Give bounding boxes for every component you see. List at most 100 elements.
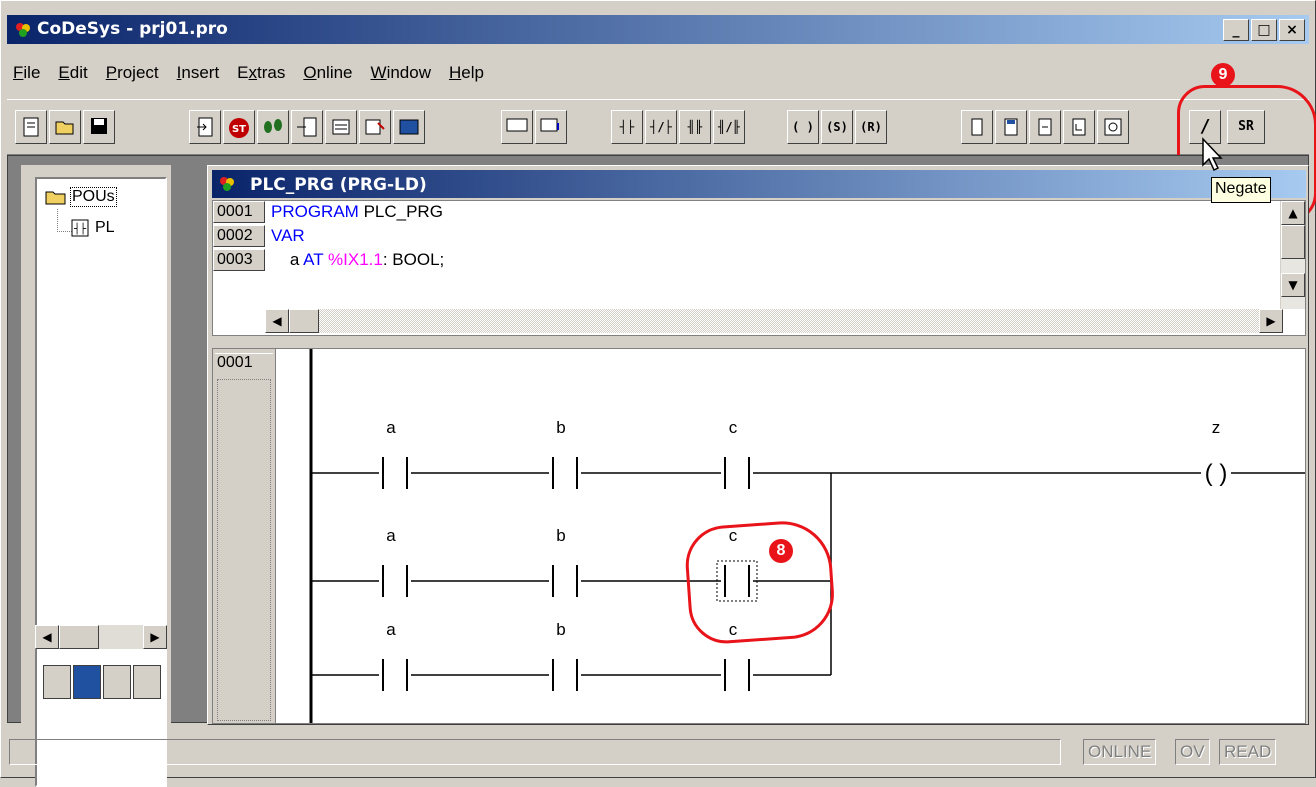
tab-resources[interactable] bbox=[133, 665, 161, 699]
editor-title-bar: PLC_PRG (PRG-LD) bbox=[212, 170, 1306, 198]
contact-variable-label: b bbox=[556, 526, 565, 545]
tab-pous[interactable] bbox=[43, 665, 71, 699]
insert-network-after-button[interactable] bbox=[501, 110, 533, 144]
save-button[interactable] bbox=[83, 110, 115, 144]
return-button[interactable] bbox=[1063, 110, 1095, 144]
folder-icon bbox=[45, 191, 66, 205]
single-cycle-button[interactable] bbox=[325, 110, 357, 144]
network-selection-frame bbox=[217, 379, 271, 721]
tree-item-plc-prg-label: PL bbox=[95, 219, 115, 236]
network-arrow-icon bbox=[540, 118, 559, 132]
force-values-button[interactable] bbox=[393, 110, 425, 144]
new-file-icon bbox=[23, 117, 39, 137]
codesys-doc-icon bbox=[220, 177, 234, 191]
comment-button[interactable] bbox=[1097, 110, 1129, 144]
line-number: 0003 bbox=[213, 249, 265, 271]
scroll-right-button[interactable]: ▶ bbox=[1259, 309, 1283, 333]
tree-item-pous[interactable]: POUs bbox=[45, 187, 117, 207]
menu-online[interactable]: Online bbox=[294, 59, 361, 87]
minimize-button[interactable]: _ bbox=[1223, 19, 1249, 41]
status-read: READ bbox=[1219, 739, 1277, 765]
scroll-thumb[interactable] bbox=[289, 309, 319, 333]
force-values-icon bbox=[399, 119, 419, 135]
menu-bar: File Edit Project Insert Extras Online Window H… bbox=[13, 59, 493, 87]
scroll-left-button[interactable]: ◀ bbox=[265, 309, 289, 333]
menu-help[interactable]: Help bbox=[440, 59, 493, 87]
stop-button[interactable]: ST bbox=[223, 110, 255, 144]
contact-variable-label: a bbox=[386, 526, 396, 545]
contact-button[interactable]: ┤├ bbox=[611, 110, 643, 144]
jump-button[interactable] bbox=[1029, 110, 1061, 144]
scroll-down-button[interactable]: ▼ bbox=[1281, 273, 1305, 297]
network-icon bbox=[506, 118, 528, 132]
tab-visualizations[interactable] bbox=[103, 665, 131, 699]
declaration-horizontal-scrollbar[interactable]: ◀ ▶ bbox=[265, 309, 1283, 333]
menu-file[interactable]: File bbox=[13, 59, 49, 87]
editor-title: PLC_PRG (PRG-LD) bbox=[250, 175, 427, 195]
code-line: a AT %IX1.1: BOOL; bbox=[271, 250, 445, 269]
box-icon bbox=[971, 118, 983, 136]
contact-variable-label: b bbox=[556, 418, 565, 437]
login-button[interactable] bbox=[189, 110, 221, 144]
status-online: ONLINE bbox=[1083, 739, 1157, 765]
coil-button[interactable]: ( ) bbox=[787, 110, 819, 144]
write-values-icon bbox=[365, 119, 385, 135]
menu-edit[interactable]: Edit bbox=[49, 59, 96, 87]
svg-text:┤├: ┤├ bbox=[74, 222, 87, 235]
object-organizer-pane: POUs ┤├ PL ◀ ▶ bbox=[21, 165, 171, 787]
tab-data-types[interactable] bbox=[73, 665, 101, 699]
network-number: 0001 bbox=[215, 353, 273, 376]
open-file-button[interactable] bbox=[49, 110, 81, 144]
negated-contact-button[interactable]: ┤/├ bbox=[645, 110, 677, 144]
scroll-right-button[interactable]: ▶ bbox=[143, 625, 167, 649]
tree-item-pous-label: POUs bbox=[70, 187, 117, 207]
maximize-button[interactable]: □ bbox=[1251, 19, 1277, 41]
parallel-contact-button[interactable]: ╢╟ bbox=[679, 110, 711, 144]
login-icon bbox=[197, 117, 213, 137]
parallel-negated-contact-button[interactable]: ╢/╟ bbox=[713, 110, 745, 144]
box-button[interactable] bbox=[961, 110, 993, 144]
step-over-button[interactable] bbox=[257, 110, 289, 144]
network-gutter: 0001 bbox=[213, 349, 276, 723]
tree-item-plc-prg[interactable]: ┤├ PL bbox=[71, 219, 115, 237]
menu-window[interactable]: Window bbox=[362, 59, 440, 87]
toolbar: ST ┤├ ┤/├ ╢╟ ╢/╟ ( ) (S) (R) / SR bbox=[7, 99, 1309, 155]
box-en-icon bbox=[1004, 118, 1018, 136]
scroll-left-button[interactable]: ◀ bbox=[35, 625, 59, 649]
scroll-thumb[interactable] bbox=[59, 625, 99, 649]
box-en-button[interactable] bbox=[995, 110, 1027, 144]
line-number: 0001 bbox=[213, 201, 265, 223]
status-bar: ONLINE OV READ bbox=[7, 735, 1309, 769]
coil-variable-label: z bbox=[1212, 418, 1221, 437]
new-file-button[interactable] bbox=[15, 110, 47, 144]
callout-marker-9: 9 bbox=[1211, 63, 1235, 87]
menu-insert[interactable]: Insert bbox=[168, 59, 229, 87]
write-values-button[interactable] bbox=[359, 110, 391, 144]
cycle-icon bbox=[332, 119, 350, 135]
scroll-thumb[interactable] bbox=[1281, 225, 1305, 259]
menu-extras[interactable]: Extras bbox=[228, 59, 294, 87]
contact-variable-label: b bbox=[556, 620, 565, 639]
coil-symbol: ( ) bbox=[1205, 460, 1228, 487]
declaration-vertical-scrollbar[interactable]: ▲ ▼ bbox=[1280, 201, 1305, 309]
scroll-up-button[interactable]: ▲ bbox=[1281, 201, 1305, 225]
mouse-pointer-icon bbox=[1202, 137, 1223, 172]
code-line: VAR bbox=[271, 226, 305, 245]
organizer-tabs bbox=[43, 665, 161, 699]
insert-network-before-button[interactable] bbox=[535, 110, 567, 144]
close-button[interactable]: × bbox=[1279, 19, 1305, 41]
step-in-icon bbox=[297, 117, 317, 137]
main-window: CoDeSys - prj01.pro _ □ × File Edit Projec… bbox=[0, 0, 1316, 787]
tree-horizontal-scrollbar[interactable]: ◀ ▶ bbox=[35, 625, 167, 649]
save-disk-icon bbox=[91, 118, 107, 134]
declaration-editor[interactable]: 0001 PROGRAM PLC_PRG 0002 VAR 0003 a AT … bbox=[212, 200, 1306, 336]
comment-icon bbox=[1104, 118, 1122, 136]
step-in-button[interactable] bbox=[291, 110, 323, 144]
jump-icon bbox=[1038, 118, 1052, 136]
set-coil-button[interactable]: (S) bbox=[821, 110, 853, 144]
menu-project[interactable]: Project bbox=[97, 59, 168, 87]
ld-pou-icon: ┤├ bbox=[71, 219, 89, 237]
reset-coil-button[interactable]: (R) bbox=[855, 110, 887, 144]
negate-tooltip: Negate bbox=[1211, 177, 1271, 203]
footsteps-icon bbox=[264, 119, 282, 133]
